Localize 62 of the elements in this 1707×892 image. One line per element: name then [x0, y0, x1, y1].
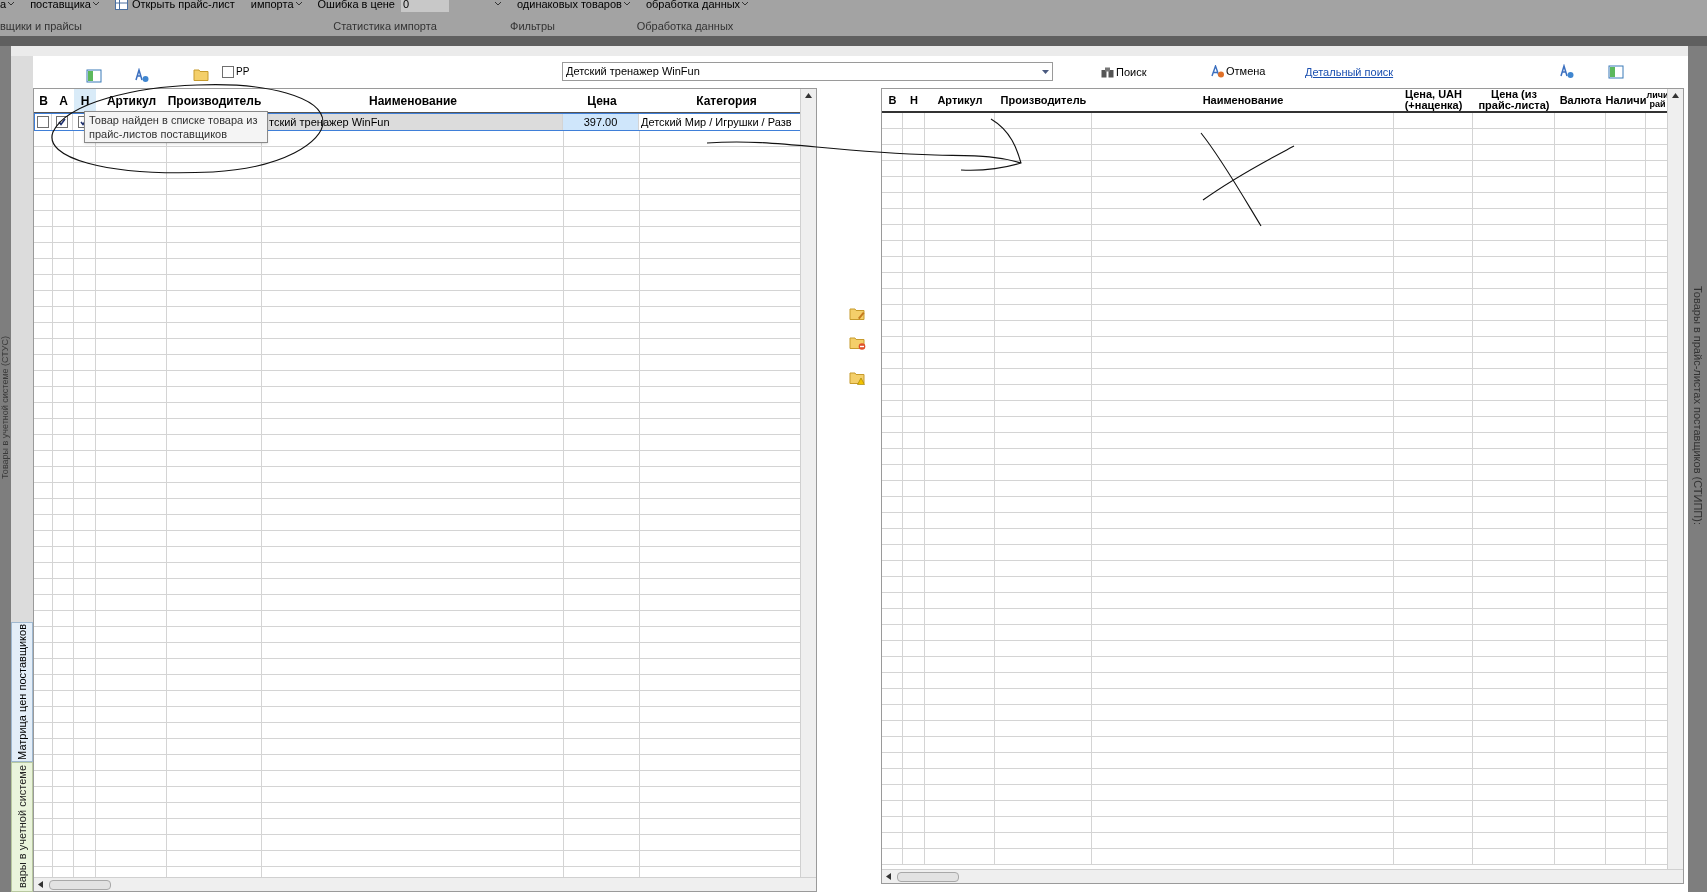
scroll-left-icon[interactable] — [886, 873, 891, 880]
binoculars-icon — [1101, 66, 1114, 78]
open-pricelist-button[interactable]: Открыть прайс-лист — [114, 0, 235, 13]
vertical-scrollbar[interactable] — [1667, 89, 1683, 869]
ribbon-group-label: Статистика импорта — [332, 19, 438, 35]
cancel-button[interactable]: Отмена — [1211, 63, 1266, 80]
pp-label: PP — [236, 65, 250, 79]
font-icon[interactable] — [134, 68, 150, 84]
ribbon-dropdown[interactable]: импорта — [250, 0, 302, 13]
folder-edit-icon[interactable] — [849, 306, 866, 321]
scroll-up-icon[interactable] — [805, 93, 812, 98]
caret-icon[interactable] — [494, 2, 501, 6]
column-header[interactable]: Валюта — [1555, 89, 1606, 111]
caret-icon — [623, 2, 630, 7]
pp-checkbox[interactable] — [222, 65, 234, 78]
ribbon-dropdown[interactable]: поставщика — [30, 0, 99, 13]
column-header[interactable]: Н — [903, 89, 925, 111]
table-icon — [114, 0, 128, 10]
caret-icon — [742, 2, 749, 7]
export-icon[interactable] — [1608, 65, 1624, 79]
ribbon-dropdown[interactable]: обработка данных — [645, 0, 749, 13]
search-button[interactable]: Поиск — [1101, 64, 1147, 81]
font-icon[interactable] — [1559, 64, 1575, 80]
import-icon[interactable] — [86, 69, 102, 83]
caret-icon — [1042, 69, 1049, 74]
search-combobox[interactable]: Детский тренажер WinFun — [562, 62, 1053, 81]
caret-icon — [92, 2, 99, 7]
column-header[interactable]: личи рай — [1646, 89, 1667, 111]
scroll-up-icon[interactable] — [1672, 93, 1679, 98]
ribbon-group-label: Фильтры — [509, 19, 556, 35]
caret-icon — [8, 2, 15, 7]
horizontal-scrollbar[interactable] — [882, 869, 1683, 883]
ribbon-label: Ошибка в цене — [317, 0, 395, 12]
vertical-tab[interactable]: вары в учетной системе — [11, 762, 33, 892]
folder-remove-icon[interactable] — [849, 335, 866, 350]
column-header[interactable]: Цена, UAH (+наценка) — [1394, 89, 1473, 111]
error-field[interactable]: 0 — [400, 0, 449, 12]
column-header[interactable]: Производитель — [995, 89, 1092, 111]
vertical-scrollbar[interactable] — [800, 89, 816, 877]
column-header[interactable]: Артикул — [925, 89, 995, 111]
scroll-left-icon[interactable] — [38, 881, 43, 888]
ribbon-dropdown[interactable]: одинаковых товаров — [516, 0, 630, 13]
ribbon-group-label: вщики и прайсы — [0, 19, 83, 35]
table-cell: Детский Мир / Игрушки / Разв — [641, 115, 792, 129]
font-cancel-icon — [1211, 64, 1225, 78]
caret-icon — [295, 2, 302, 7]
column-header[interactable]: Наименование — [1092, 89, 1394, 111]
column-header[interactable]: Наличи — [1606, 89, 1646, 111]
column-header[interactable]: Цена (из прайс-листа) — [1473, 89, 1555, 111]
vertical-tab[interactable]: Матрица цен поставщиков — [11, 622, 33, 762]
column-header[interactable]: В — [882, 89, 903, 111]
row-checkbox[interactable] — [37, 116, 49, 128]
ribbon-group-label: Обработка данных — [635, 19, 735, 35]
folder-warning-icon[interactable] — [849, 370, 866, 385]
tooltip: Товар найден в списке товара из прайс-листов поставщиков — [84, 111, 268, 143]
ribbon-dropdown[interactable]: а — [0, 0, 15, 13]
scroll-thumb[interactable] — [49, 879, 111, 890]
horizontal-scrollbar[interactable] — [34, 877, 816, 891]
folder-icon[interactable] — [193, 67, 210, 82]
detailed-search-link[interactable]: Детальный поиск — [1305, 64, 1394, 81]
scroll-thumb[interactable] — [897, 871, 959, 882]
table-cell: 397.00 — [583, 115, 618, 129]
